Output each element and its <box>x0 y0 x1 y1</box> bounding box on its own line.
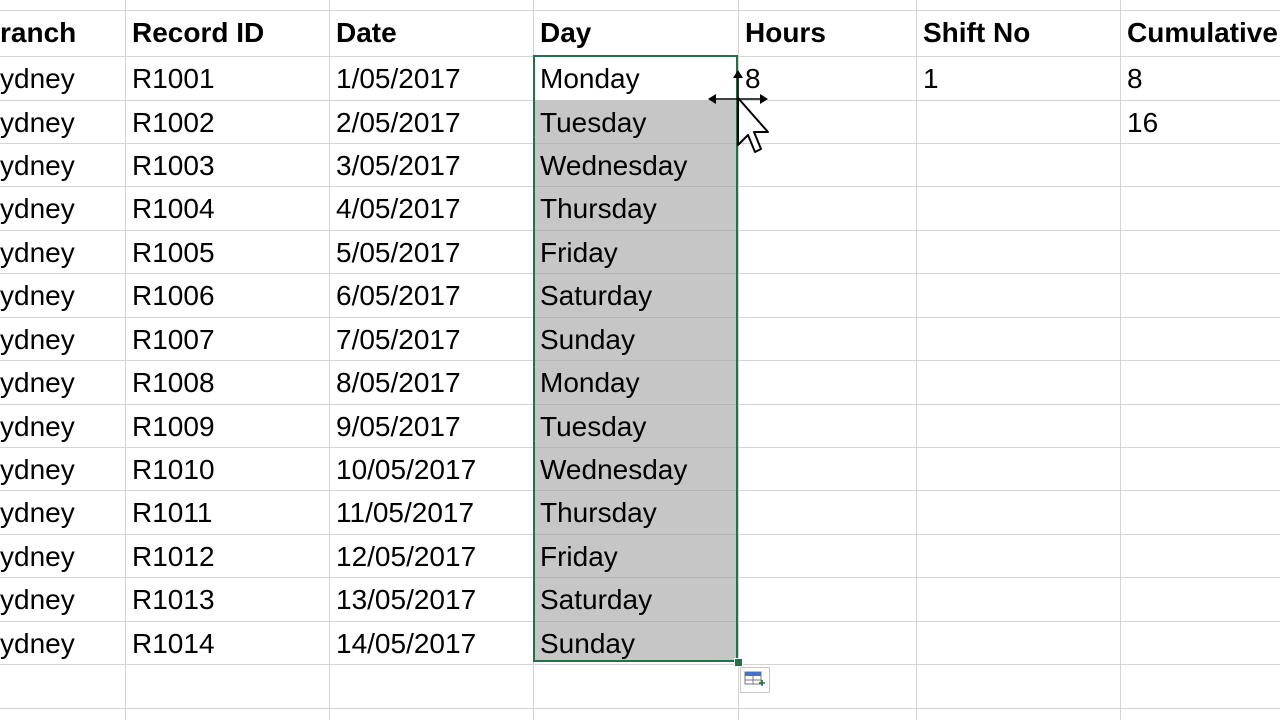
cell-cumulative[interactable] <box>1121 231 1127 274</box>
cell-branch[interactable]: ydney <box>0 622 75 665</box>
cell-date[interactable]: 13/05/2017 <box>330 578 476 621</box>
cell-hours[interactable] <box>739 187 745 230</box>
cell-hours[interactable] <box>739 231 745 274</box>
cell-shift-no[interactable] <box>917 578 923 621</box>
cell-shift-no[interactable] <box>917 318 923 361</box>
cell-cumulative[interactable]: 16 <box>1121 101 1158 144</box>
cell-shift-no[interactable] <box>917 101 923 144</box>
cell-branch[interactable]: ydney <box>0 187 75 230</box>
cell-date[interactable]: 5/05/2017 <box>330 231 461 274</box>
cell-cumulative[interactable] <box>1121 274 1127 317</box>
cell-branch[interactable]: ydney <box>0 101 75 144</box>
cell-date[interactable]: 10/05/2017 <box>330 448 476 491</box>
header-hours[interactable]: Hours <box>739 11 826 54</box>
cell-cumulative[interactable] <box>1121 622 1127 665</box>
cell-branch[interactable]: ydney <box>0 361 75 404</box>
cell-hours[interactable] <box>739 361 745 404</box>
cell-date[interactable]: 9/05/2017 <box>330 405 461 448</box>
cell-record-id[interactable]: R1010 <box>126 448 215 491</box>
cell-shift-no[interactable] <box>917 144 923 187</box>
cell-hours[interactable] <box>739 405 745 448</box>
cell-shift-no[interactable] <box>917 448 923 491</box>
cell-record-id[interactable]: R1013 <box>126 578 215 621</box>
cell-branch[interactable]: ydney <box>0 318 75 361</box>
cell-shift-no[interactable] <box>917 622 923 665</box>
cell-cumulative[interactable] <box>1121 405 1127 448</box>
cell-hours[interactable] <box>739 491 745 534</box>
cell-cumulative[interactable] <box>1121 361 1127 404</box>
cell-cumulative[interactable] <box>1121 187 1127 230</box>
cell-record-id[interactable]: R1009 <box>126 405 215 448</box>
spreadsheet-grid[interactable]: ranch Record ID Date Day Hours Shift No … <box>0 0 1280 720</box>
cell-cumulative[interactable] <box>1121 144 1127 187</box>
cell-record-id[interactable]: R1002 <box>126 101 215 144</box>
cell-date[interactable]: 12/05/2017 <box>330 535 476 578</box>
cell-hours[interactable] <box>739 535 745 578</box>
cell-date[interactable]: 2/05/2017 <box>330 101 461 144</box>
cell-branch[interactable]: ydney <box>0 491 75 534</box>
cell-branch[interactable]: ydney <box>0 578 75 621</box>
cell-record-id[interactable]: R1011 <box>126 491 212 534</box>
cell-shift-no[interactable] <box>917 405 923 448</box>
fill-handle[interactable] <box>734 658 743 667</box>
cell-hours[interactable] <box>739 318 745 361</box>
cell-record-id[interactable]: R1004 <box>126 187 215 230</box>
cell-hours[interactable] <box>739 448 745 491</box>
cell-branch[interactable]: ydney <box>0 535 75 578</box>
cell-date[interactable]: 3/05/2017 <box>330 144 461 187</box>
move-arrow-cursor-icon <box>708 70 769 153</box>
header-record-id[interactable]: Record ID <box>126 11 264 54</box>
header-day[interactable]: Day <box>534 11 591 54</box>
cell-shift-no[interactable] <box>917 187 923 230</box>
cell-record-id[interactable]: R1006 <box>126 274 215 317</box>
cell-cumulative[interactable] <box>1121 535 1127 578</box>
header-date[interactable]: Date <box>330 11 397 54</box>
header-branch[interactable]: ranch <box>0 11 76 54</box>
header-shift-no[interactable]: Shift No <box>917 11 1030 54</box>
cell-cumulative[interactable] <box>1121 491 1127 534</box>
cell-record-id[interactable]: R1003 <box>126 144 215 187</box>
cell-shift-no[interactable]: 1 <box>917 57 939 100</box>
cell-shift-no[interactable] <box>917 361 923 404</box>
cell-branch[interactable]: ydney <box>0 144 75 187</box>
cell-branch[interactable]: ydney <box>0 57 75 100</box>
cell-date[interactable]: 1/05/2017 <box>330 57 461 100</box>
cell-record-id[interactable]: R1014 <box>126 622 215 665</box>
cell-date[interactable]: 11/05/2017 <box>330 491 474 534</box>
cell-hours[interactable] <box>739 274 745 317</box>
cell-cumulative[interactable]: 8 <box>1121 57 1143 100</box>
cell-branch[interactable]: ydney <box>0 405 75 448</box>
row-divider <box>0 708 1280 709</box>
cell-cumulative[interactable] <box>1121 448 1127 491</box>
cell-date[interactable]: 6/05/2017 <box>330 274 461 317</box>
cell-record-id[interactable]: R1005 <box>126 231 215 274</box>
cell-date[interactable]: 14/05/2017 <box>330 622 476 665</box>
cell-shift-no[interactable] <box>917 231 923 274</box>
cell-date[interactable]: 8/05/2017 <box>330 361 461 404</box>
cell-record-id[interactable]: R1012 <box>126 535 215 578</box>
cell-hours[interactable] <box>739 578 745 621</box>
cell-branch[interactable]: ydney <box>0 231 75 274</box>
cell-shift-no[interactable] <box>917 274 923 317</box>
cell-date[interactable]: 4/05/2017 <box>330 187 461 230</box>
cell-cumulative[interactable] <box>1121 578 1127 621</box>
cell-date[interactable]: 7/05/2017 <box>330 318 461 361</box>
cell-shift-no[interactable] <box>917 491 923 534</box>
cell-branch[interactable]: ydney <box>0 448 75 491</box>
cell-record-id[interactable]: R1001 <box>126 57 215 100</box>
header-cumulative[interactable]: Cumulative <box>1121 11 1278 54</box>
cell-shift-no[interactable] <box>917 535 923 578</box>
cell-record-id[interactable]: R1008 <box>126 361 215 404</box>
quick-analysis-button[interactable] <box>740 667 770 693</box>
quick-analysis-icon <box>744 671 765 686</box>
cell-record-id[interactable]: R1007 <box>126 318 215 361</box>
cell-cumulative[interactable] <box>1121 318 1127 361</box>
cell-branch[interactable]: ydney <box>0 274 75 317</box>
